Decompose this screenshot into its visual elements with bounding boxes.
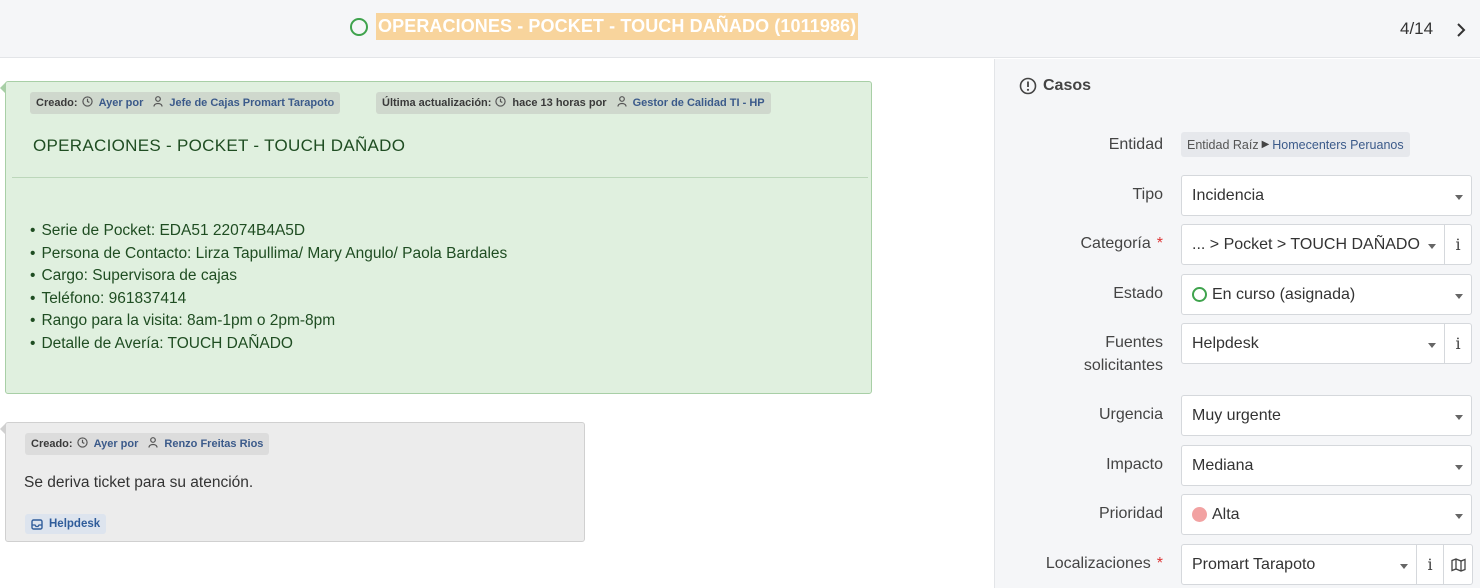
ticket-header: OPERACIONES - POCKET - TOUCH DAÑADO (101… [0, 0, 1480, 58]
caret-down-icon [1455, 465, 1463, 470]
ticket-description-card: Creado: Ayer por Jefe de Cajas Promart T… [0, 81, 872, 394]
created-label: Creado: [31, 438, 73, 450]
updated-by-link[interactable]: Gestor de Calidad TI - HP [633, 97, 765, 109]
localizaciones-value: Promart Tarapoto [1192, 555, 1316, 573]
fuentes-value: Helpdesk [1192, 334, 1259, 352]
description-details: Serie de Pocket: EDA51 22074B4A5D Person… [30, 220, 507, 355]
user-icon [148, 437, 158, 451]
impacto-select[interactable]: Mediana [1181, 445, 1472, 486]
fuentes-label-line-1: Fuentes [1105, 334, 1163, 351]
map-icon [1450, 557, 1466, 572]
panel-heading-label: Casos [1043, 77, 1092, 94]
categoria-value: ... > Pocket > TOUCH DAÑADO [1192, 235, 1420, 253]
caret-down-icon [1400, 564, 1408, 569]
created-label: Creado: [36, 97, 78, 109]
source-badge: Helpdesk [25, 514, 107, 534]
prioridad-value: Alta [1212, 505, 1240, 523]
tipo-value: Incidencia [1192, 186, 1265, 204]
chevron-right-icon [1457, 23, 1466, 37]
entity-label: Entidad [1108, 136, 1163, 153]
prioridad-label: Prioridad [1098, 505, 1163, 522]
status-circle-icon [1192, 287, 1207, 302]
info-icon: i [1427, 555, 1433, 574]
created-when: Ayer por [98, 97, 144, 109]
categoria-info-button[interactable]: i [1444, 224, 1472, 265]
required-marker: * [1156, 235, 1163, 252]
fuentes-info-button[interactable]: i [1444, 323, 1472, 364]
localizaciones-map-button[interactable] [1443, 544, 1473, 585]
detail-item: Detalle de Avería: TOUCH DAÑADO [30, 333, 507, 356]
caret-down-icon [1455, 415, 1463, 420]
status-circle-icon [350, 18, 368, 36]
pager-count: 4/14 [1400, 19, 1434, 38]
detail-item: Teléfono: 961837414 [30, 288, 507, 311]
priority-dot-icon [1192, 507, 1207, 522]
info-icon: i [1455, 235, 1461, 254]
categoria-label-text: Categoría [1080, 235, 1151, 252]
tipo-label: Tipo [1132, 186, 1163, 203]
caret-down-icon [1428, 343, 1436, 348]
next-ticket-button[interactable] [1450, 18, 1472, 42]
card-pointer [0, 82, 6, 94]
divider [12, 177, 868, 178]
entity-root: Entidad Raíz [1187, 137, 1259, 152]
user-icon [153, 96, 163, 110]
source-label: Helpdesk [49, 518, 101, 530]
created-by-link[interactable]: Jefe de Cajas Promart Tarapoto [169, 97, 334, 109]
categoria-label: Categoría * [1081, 232, 1164, 255]
detail-item: Rango para la visita: 8am-1pm o 2pm-8pm [30, 310, 507, 333]
followup-created-meta: Creado: Ayer por Renzo Freitas Rios [25, 433, 270, 455]
localizaciones-label: Localizaciones * [1046, 552, 1163, 575]
tipo-select[interactable]: Incidencia [1181, 175, 1472, 216]
entity-chip: Entidad Raíz ▶ Homecenters Peruanos [1181, 132, 1410, 157]
detail-item: Cargo: Supervisora de cajas [30, 265, 507, 288]
fuentes-select[interactable]: Helpdesk [1181, 323, 1445, 364]
caret-down-icon [1455, 294, 1463, 299]
alert-circle-icon [1019, 77, 1037, 95]
description-title: OPERACIONES - POCKET - TOUCH DAÑADO [33, 136, 406, 155]
user-icon [616, 96, 627, 110]
ticket-title: OPERACIONES - POCKET - TOUCH DAÑADO (101… [376, 13, 859, 40]
localizaciones-label-text: Localizaciones [1045, 555, 1151, 572]
caret-down-icon [1455, 195, 1463, 200]
urgencia-label: Urgencia [1098, 406, 1163, 423]
created-when: Ayer por [93, 438, 139, 450]
detail-item: Persona de Contacto: Lirza Tapullima/ Ma… [30, 243, 507, 266]
panel-heading[interactable]: Casos [1019, 77, 1091, 95]
clock-icon [495, 96, 507, 110]
created-by-link[interactable]: Renzo Freitas Rios [164, 438, 263, 450]
impacto-label: Impacto [1106, 456, 1163, 473]
detail-item: Serie de Pocket: EDA51 22074B4A5D [30, 220, 507, 243]
followup-card: Creado: Ayer por Renzo Freitas Rios Se d… [0, 422, 585, 542]
caret-down-icon [1455, 514, 1463, 519]
fuentes-label: Fuentes solicitantes [1084, 331, 1163, 377]
required-marker: * [1156, 555, 1163, 572]
estado-value: En curso (asignada) [1212, 285, 1356, 303]
estado-label: Estado [1113, 285, 1163, 302]
urgencia-value: Muy urgente [1192, 406, 1281, 424]
caret-down-icon [1428, 244, 1436, 249]
updated-label: Última actualización: [382, 97, 492, 109]
followup-text: Se deriva ticket para su atención. [24, 474, 254, 491]
estado-select[interactable]: En curso (asignada) [1181, 274, 1472, 315]
urgencia-select[interactable]: Muy urgente [1181, 395, 1472, 436]
clock-icon [76, 437, 88, 451]
fuentes-label-line-2: solicitantes [1083, 357, 1163, 374]
timeline: Creado: Ayer por Jefe de Cajas Promart T… [0, 59, 994, 588]
updated-meta: Última actualización: hace 13 horas por … [376, 92, 771, 114]
caret-right-icon: ▶ [1261, 139, 1270, 150]
card-pointer [0, 423, 6, 435]
localizaciones-select[interactable]: Promart Tarapoto [1181, 544, 1417, 585]
prioridad-select[interactable]: Alta [1181, 494, 1472, 535]
categoria-select[interactable]: ... > Pocket > TOUCH DAÑADO [1181, 224, 1445, 265]
updated-when: hace 13 horas por [512, 97, 607, 109]
entity-link[interactable]: Homecenters Peruanos [1272, 138, 1403, 152]
clock-icon [81, 96, 93, 110]
impacto-value: Mediana [1192, 456, 1254, 474]
localizaciones-info-button[interactable]: i [1416, 544, 1444, 585]
created-meta: Creado: Ayer por Jefe de Cajas Promart T… [30, 92, 341, 114]
inbox-icon [31, 518, 43, 530]
ticket-fields-panel: Casos Entidad Entidad Raíz ▶ Homecenters… [994, 59, 1480, 588]
info-icon: i [1455, 334, 1461, 353]
